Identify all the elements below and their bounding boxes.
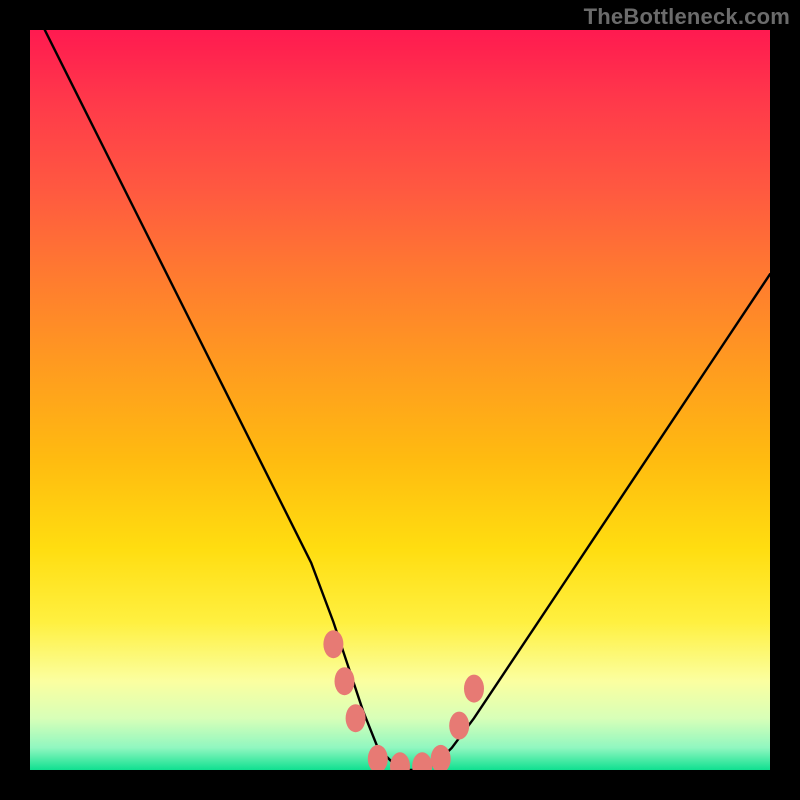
data-marker bbox=[412, 752, 432, 770]
chart-frame: TheBottleneck.com bbox=[0, 0, 800, 800]
data-marker bbox=[335, 667, 355, 695]
bottleneck-curve bbox=[45, 30, 770, 770]
data-marker bbox=[323, 630, 343, 658]
data-marker bbox=[431, 745, 451, 770]
data-marker bbox=[346, 704, 366, 732]
data-marker bbox=[368, 745, 388, 770]
data-marker bbox=[390, 752, 410, 770]
data-marker bbox=[464, 675, 484, 703]
chart-svg bbox=[30, 30, 770, 770]
plot-area bbox=[30, 30, 770, 770]
data-marker bbox=[449, 712, 469, 740]
marker-group bbox=[323, 630, 484, 770]
watermark-text: TheBottleneck.com bbox=[584, 4, 790, 30]
curve-group bbox=[45, 30, 770, 770]
